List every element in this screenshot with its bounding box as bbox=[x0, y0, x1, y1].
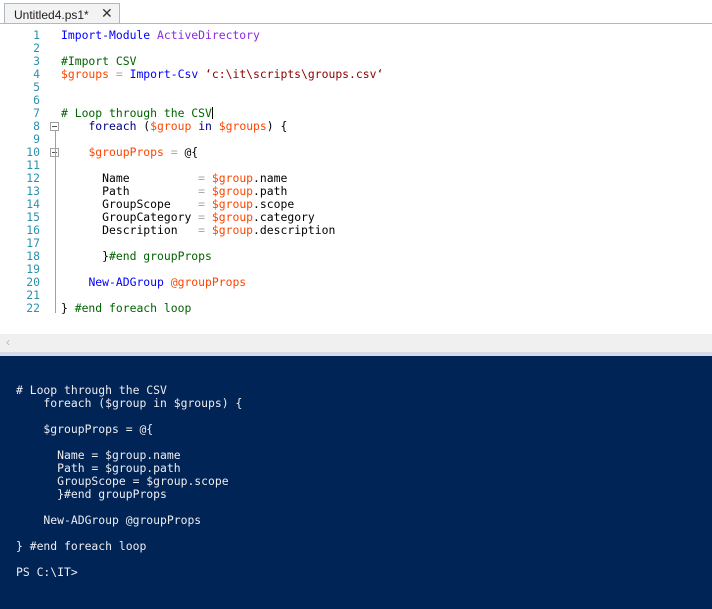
code-text: }#end groupProps bbox=[102, 249, 212, 263]
editor-line[interactable]: 8 foreach ($group in $groups) { bbox=[2, 120, 702, 133]
code-text: } #end foreach loop bbox=[61, 301, 192, 315]
tab-label: Untitled4.ps1* bbox=[14, 8, 89, 22]
code-text: $groups = Import-Csv ‘c:\it\scripts\grou… bbox=[61, 67, 384, 81]
fold-guide-line bbox=[55, 131, 56, 313]
line-number: 22 bbox=[26, 301, 40, 315]
console-pane[interactable]: # Loop through the CSV foreach ($group i… bbox=[0, 356, 712, 609]
code-text: foreach ($group in $groups) { bbox=[88, 119, 288, 133]
console-line: }#end groupProps bbox=[16, 487, 167, 501]
horizontal-scrollbar[interactable]: ‹ bbox=[0, 334, 712, 352]
code-text: Description = $group.description bbox=[102, 223, 336, 237]
editor-line[interactable]: 1 Import-Module ActiveDirectory bbox=[2, 29, 702, 42]
editor-line[interactable]: 18 }#end groupProps bbox=[2, 250, 702, 263]
script-editor[interactable]: 1 Import-Module ActiveDirectory 2 3 #Import … bbox=[2, 24, 710, 334]
code-text: $groupProps = @{ bbox=[88, 145, 199, 159]
editor-line[interactable]: 22 } #end foreach loop bbox=[2, 302, 702, 315]
editor-line[interactable]: 16 Description = $group.description bbox=[2, 224, 702, 237]
text-caret bbox=[211, 107, 213, 119]
tab-untitled4[interactable]: Untitled4.ps1* ✕ bbox=[4, 3, 120, 24]
console-line: foreach ($group in $groups) { bbox=[16, 396, 243, 410]
editor-line[interactable]: 10 $groupProps = @{ bbox=[2, 146, 702, 159]
close-icon[interactable]: ✕ bbox=[101, 5, 113, 22]
tab-bar: Untitled4.ps1* ✕ bbox=[0, 0, 712, 24]
console-line: PS C:\IT> bbox=[16, 565, 78, 579]
console-line: } #end foreach loop bbox=[16, 539, 147, 553]
fold-collapse-icon[interactable] bbox=[50, 122, 59, 131]
scroll-left-arrow-icon[interactable]: ‹ bbox=[6, 335, 10, 349]
code-text: Import-Module ActiveDirectory bbox=[61, 28, 260, 42]
editor-line[interactable]: 4 $groups = Import-Csv ‘c:\it\scripts\gro… bbox=[2, 68, 702, 81]
editor-line[interactable]: 5 bbox=[2, 81, 702, 94]
console-line: $groupProps = @{ bbox=[16, 422, 154, 436]
editor-line[interactable]: 20 New-ADGroup @groupProps bbox=[2, 276, 702, 289]
code-text: New-ADGroup @groupProps bbox=[88, 275, 247, 289]
console-line: New-ADGroup @groupProps bbox=[16, 513, 202, 527]
